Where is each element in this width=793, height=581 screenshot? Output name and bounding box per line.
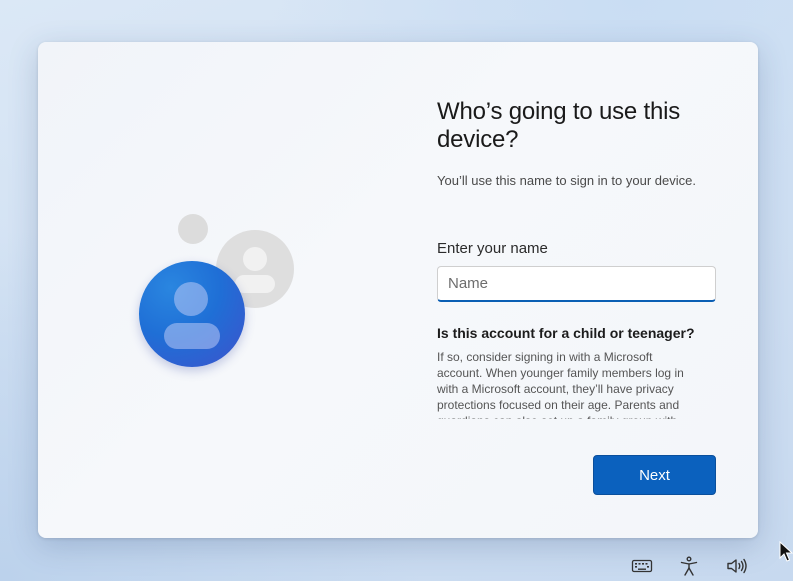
page-subtitle: You’ll use this name to sign in to your … (437, 173, 696, 188)
users-illustration (138, 214, 298, 374)
oobe-dialog: Who’s going to use this device? You’ll u… (38, 42, 758, 538)
next-button[interactable]: Next (593, 455, 716, 495)
name-field-label: Enter your name (437, 240, 548, 257)
form-column: Who’s going to use this device? You’ll u… (437, 98, 727, 419)
accessibility-icon[interactable] (678, 556, 700, 576)
mouse-pointer-icon (779, 540, 793, 563)
name-input[interactable] (437, 266, 716, 302)
keyboard-icon[interactable] (631, 556, 653, 576)
volume-icon[interactable] (726, 556, 748, 576)
child-account-heading: Is this account for a child or teenager? (437, 325, 695, 341)
decorative-dot (178, 214, 208, 244)
child-account-description[interactable]: If so, consider signing in with a Micros… (437, 349, 699, 419)
page-title: Who’s going to use this device? (437, 98, 681, 153)
primary-user-avatar-icon (139, 261, 245, 367)
